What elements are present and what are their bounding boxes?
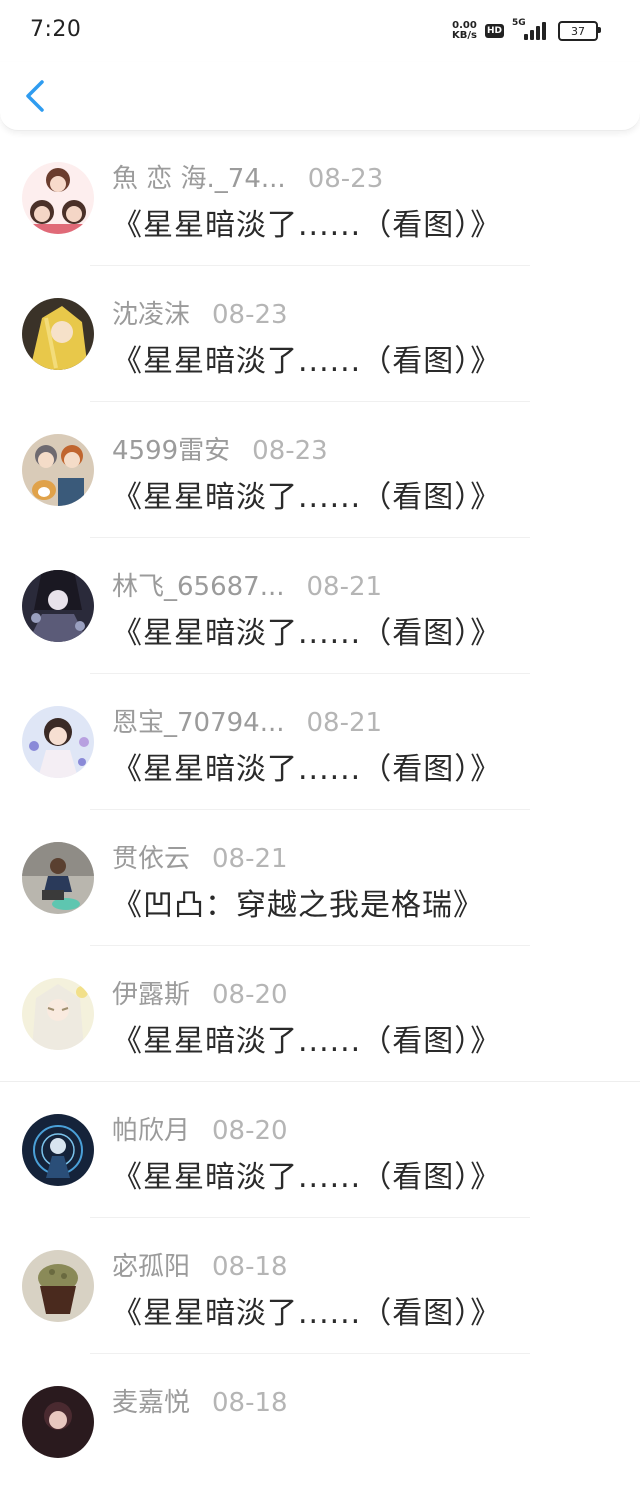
post-date: 08-18 (212, 1252, 288, 1282)
chevron-left-icon (26, 80, 44, 112)
post-date: 08-23 (307, 164, 384, 194)
book-title[interactable]: 《星星暗淡了......（看图）》 (112, 1288, 501, 1332)
list-item[interactable]: 贯依云 08-21 《凹凸：穿越之我是格瑞》 (0, 810, 640, 946)
item-meta: 恩宝_70794... 08-21 (112, 702, 382, 739)
user-name[interactable]: 恩宝_70794... (112, 702, 285, 739)
message-list: 魚 恋 海._74... 08-23 《星星暗淡了......（看图）》 沈凌沫… (0, 130, 640, 1490)
list-item[interactable]: 帕欣月 08-20 《星星暗淡了......（看图）》 (0, 1082, 640, 1218)
anime-boys-dog-avatar[interactable] (22, 434, 94, 506)
post-date: 08-20 (212, 980, 288, 1010)
status-bar: 7:20 0.00 KB/s HD 5G 37 (0, 0, 640, 62)
network-speed: 0.00 KB/s (452, 21, 477, 41)
user-name[interactable]: 麦嘉悦 (112, 1382, 190, 1419)
list-item[interactable]: 麦嘉悦 08-18 (0, 1354, 640, 1490)
book-title[interactable]: 《星星暗淡了......（看图）》 (112, 200, 501, 244)
list-item[interactable]: 沈凌沫 08-23 《星星暗淡了......（看图）》 (0, 266, 640, 402)
dark-anime-avatar[interactable] (22, 570, 94, 642)
user-name[interactable]: 帕欣月 (112, 1110, 190, 1147)
list-item[interactable]: 魚 恋 海._74... 08-23 《星星暗淡了......（看图）》 (0, 130, 640, 266)
post-date: 08-21 (306, 708, 383, 738)
item-meta: 伊露斯 08-20 (112, 974, 288, 1011)
post-date: 08-18 (212, 1388, 288, 1418)
white-hair-anime-avatar[interactable] (22, 978, 94, 1050)
post-date: 08-21 (306, 572, 383, 602)
signal-icon: 5G (512, 18, 548, 42)
battery-icon: 37 (558, 21, 601, 41)
cupcake-avatar[interactable] (22, 1250, 94, 1322)
user-name[interactable]: 4599雷安 (112, 430, 230, 467)
item-meta: 麦嘉悦 08-18 (112, 1382, 288, 1419)
anime-girl-avatar[interactable] (22, 162, 94, 234)
post-date: 08-20 (212, 1116, 288, 1146)
item-meta: 沈凌沫 08-23 (112, 294, 288, 331)
post-date: 08-23 (212, 300, 288, 330)
book-title[interactable]: 《星星暗淡了......（看图）》 (112, 472, 501, 516)
list-item[interactable]: 伊露斯 08-20 《星星暗淡了......（看图）》 (0, 946, 640, 1082)
user-name[interactable]: 魚 恋 海._74... (112, 158, 286, 195)
list-item[interactable]: 林飞_65687... 08-21 《星星暗淡了......（看图）》 (0, 538, 640, 674)
network-type-label: 5G (512, 18, 526, 28)
item-meta: 魚 恋 海._74... 08-23 (112, 158, 383, 195)
item-meta: 4599雷安 08-23 (112, 430, 328, 467)
user-name[interactable]: 林飞_65687... (112, 566, 285, 603)
hd-icon: HD (484, 24, 504, 38)
book-title[interactable]: 《星星暗淡了......（看图）》 (112, 1016, 501, 1060)
user-name[interactable]: 伊露斯 (112, 974, 190, 1011)
status-icons: 0.00 KB/s HD 5G 37 (452, 18, 601, 44)
item-meta: 林飞_65687... 08-21 (112, 566, 382, 603)
list-item[interactable]: 宓孤阳 08-18 《星星暗淡了......（看图）》 (0, 1218, 640, 1354)
nav-bar (0, 62, 640, 131)
user-name[interactable]: 贯依云 (112, 838, 190, 875)
back-button[interactable] (22, 78, 50, 114)
man-photo-avatar[interactable] (22, 842, 94, 914)
blonde-anime-avatar[interactable] (22, 298, 94, 370)
dark-portrait-avatar[interactable] (22, 1386, 94, 1458)
item-meta: 宓孤阳 08-18 (112, 1246, 288, 1283)
book-title[interactable]: 《凹凸：穿越之我是格瑞》 (112, 880, 484, 924)
status-time: 7:20 (30, 17, 82, 42)
book-title[interactable]: 《星星暗淡了......（看图）》 (112, 608, 501, 652)
list-item[interactable]: 恩宝_70794... 08-21 《星星暗淡了......（看图）》 (0, 674, 640, 810)
list-item[interactable]: 4599雷安 08-23 《星星暗淡了......（看图）》 (0, 402, 640, 538)
user-name[interactable]: 宓孤阳 (112, 1246, 190, 1283)
user-name[interactable]: 沈凌沫 (112, 294, 190, 331)
book-title[interactable]: 《星星暗淡了......（看图）》 (112, 336, 501, 380)
blue-tech-anime-avatar[interactable] (22, 1114, 94, 1186)
book-title[interactable]: 《星星暗淡了......（看图）》 (112, 744, 501, 788)
anime-girl-flowers-avatar[interactable] (22, 706, 94, 778)
post-date: 08-21 (212, 844, 288, 874)
network-speed-unit: KB/s (452, 30, 477, 41)
battery-level: 37 (571, 24, 585, 38)
item-meta: 帕欣月 08-20 (112, 1110, 288, 1147)
book-title[interactable]: 《星星暗淡了......（看图）》 (112, 1152, 501, 1196)
item-meta: 贯依云 08-21 (112, 838, 288, 875)
post-date: 08-23 (252, 436, 328, 466)
